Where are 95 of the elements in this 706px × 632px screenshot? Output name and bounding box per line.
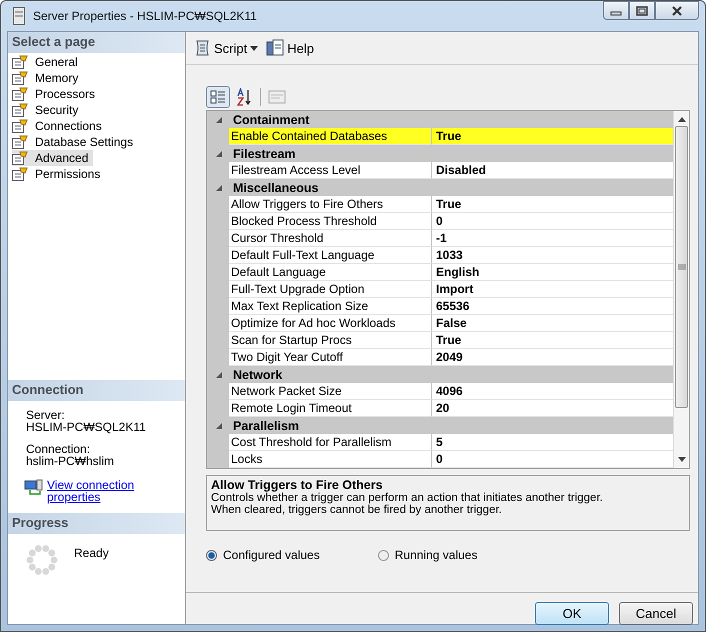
- property-value[interactable]: True: [432, 332, 673, 349]
- computer-icon: [24, 479, 44, 497]
- description-text: Controls whether a trigger can perform an action that initiates another trigger. When cleared, triggers cannot be fired by another trigger.: [211, 492, 604, 516]
- page-icon: [12, 71, 28, 85]
- page-icon: [12, 87, 28, 101]
- page-item[interactable]: Advanced: [12, 150, 94, 166]
- property-value[interactable]: 65536: [432, 298, 673, 315]
- radio-option[interactable]: Running values: [378, 548, 478, 562]
- property-name[interactable]: Cursor Threshold: [229, 230, 432, 247]
- property-value[interactable]: 5: [432, 434, 673, 451]
- property-value[interactable]: 0: [432, 451, 673, 468]
- connection-name: hslim-PC₩hslim: [26, 455, 115, 467]
- page-icon: [12, 55, 28, 69]
- property-value[interactable]: 1033: [432, 247, 673, 264]
- scroll-down-icon[interactable]: [678, 457, 686, 462]
- category-header: Parallelism: [233, 418, 300, 432]
- description-title: Allow Triggers to Fire Others: [211, 478, 384, 492]
- cancel-button[interactable]: Cancel: [619, 602, 693, 625]
- property-value[interactable]: English: [432, 264, 673, 281]
- dropdown-caret-icon: [250, 46, 258, 50]
- property-name[interactable]: Two Digit Year Cutoff: [229, 349, 432, 366]
- ok-button[interactable]: OK: [535, 602, 609, 625]
- grip-icon: [678, 264, 686, 270]
- server-icon: [13, 7, 25, 25]
- progress-status: Ready: [74, 546, 109, 560]
- page-item[interactable]: Processors: [12, 86, 100, 102]
- collapse-icon[interactable]: [215, 370, 223, 378]
- collapse-icon[interactable]: [215, 116, 223, 124]
- connection-label: Connection:: [26, 443, 92, 455]
- collapse-icon[interactable]: [215, 184, 223, 192]
- property-value[interactable]: True: [432, 196, 673, 213]
- page-icon: [12, 167, 28, 181]
- property-name[interactable]: Remote Login Timeout: [229, 400, 432, 417]
- server-label: Server:: [26, 409, 66, 421]
- property-name[interactable]: Blocked Process Threshold: [229, 213, 432, 230]
- page-item[interactable]: General: [12, 54, 83, 70]
- minimize-button[interactable]: [603, 1, 629, 20]
- property-value[interactable]: False: [432, 315, 673, 332]
- maximize-button[interactable]: [629, 1, 655, 20]
- scrollbar-thumb[interactable]: [675, 126, 688, 408]
- spinner-icon: [26, 544, 58, 576]
- category-header: Miscellaneous: [233, 180, 318, 194]
- property-value[interactable]: Import: [432, 281, 673, 298]
- scroll-up-icon[interactable]: [678, 117, 686, 122]
- maximize-icon: [636, 6, 648, 16]
- server-name: HSLIM-PC₩SQL2K11: [26, 421, 147, 433]
- property-name[interactable]: Default Full-Text Language: [229, 247, 432, 264]
- collapse-icon[interactable]: [215, 150, 223, 158]
- property-name[interactable]: Network Packet Size: [229, 383, 432, 400]
- property-name[interactable]: Scan for Startup Procs: [229, 332, 432, 349]
- section-header: Connection: [8, 380, 185, 401]
- help-button[interactable]: Help: [263, 38, 317, 58]
- property-name[interactable]: Allow Triggers to Fire Others: [229, 196, 432, 213]
- property-value[interactable]: 20: [432, 400, 673, 417]
- help-book-icon: [266, 39, 284, 57]
- property-value[interactable]: True: [432, 128, 673, 145]
- page-icon: [12, 135, 28, 149]
- property-name[interactable]: Optimize for Ad hoc Workloads: [229, 315, 432, 332]
- close-button[interactable]: [655, 1, 699, 20]
- property-name[interactable]: Cost Threshold for Parallelism: [229, 434, 432, 451]
- property-value[interactable]: -1: [432, 230, 673, 247]
- property-name[interactable]: Max Text Replication Size: [229, 298, 432, 315]
- property-pages-icon: [268, 89, 286, 105]
- page-item[interactable]: Database Settings: [12, 134, 138, 150]
- scrollbar[interactable]: [673, 111, 689, 468]
- section-header: Select a page: [8, 32, 185, 53]
- property-value[interactable]: 4096: [432, 383, 673, 400]
- page-item[interactable]: Permissions: [12, 166, 106, 182]
- collapse-icon[interactable]: [215, 422, 223, 430]
- page-item[interactable]: Memory: [12, 70, 84, 86]
- script-button[interactable]: Script: [190, 38, 262, 58]
- page-item[interactable]: Connections: [12, 118, 107, 134]
- page-item[interactable]: Security: [12, 102, 84, 118]
- property-name[interactable]: Enable Contained Databases: [229, 128, 432, 145]
- property-value[interactable]: 0: [432, 213, 673, 230]
- category-header: Filestream: [233, 146, 296, 160]
- property-value[interactable]: 2049: [432, 349, 673, 366]
- page-icon: [12, 103, 28, 117]
- property-name[interactable]: Full-Text Upgrade Option: [229, 281, 432, 298]
- property-value[interactable]: Disabled: [432, 162, 673, 179]
- window-title: Server Properties - HSLIM-PC₩SQL2K11: [33, 9, 257, 23]
- category-header: Network: [233, 368, 282, 382]
- categorized-button[interactable]: [206, 86, 230, 108]
- property-name[interactable]: Filestream Access Level: [229, 162, 432, 179]
- sort-icon: [236, 88, 252, 106]
- page-icon: [12, 119, 28, 133]
- property-name[interactable]: Default Language: [229, 264, 432, 281]
- page-icon: [12, 151, 28, 165]
- radio-option[interactable]: Configured values: [206, 548, 320, 562]
- section-header: Progress: [8, 513, 185, 534]
- close-icon: [670, 6, 684, 16]
- connection-properties-link[interactable]: View connection properties: [47, 479, 157, 503]
- categorized-icon: [210, 89, 226, 105]
- category-header: Containment: [233, 112, 310, 126]
- property-name[interactable]: Locks: [229, 451, 432, 468]
